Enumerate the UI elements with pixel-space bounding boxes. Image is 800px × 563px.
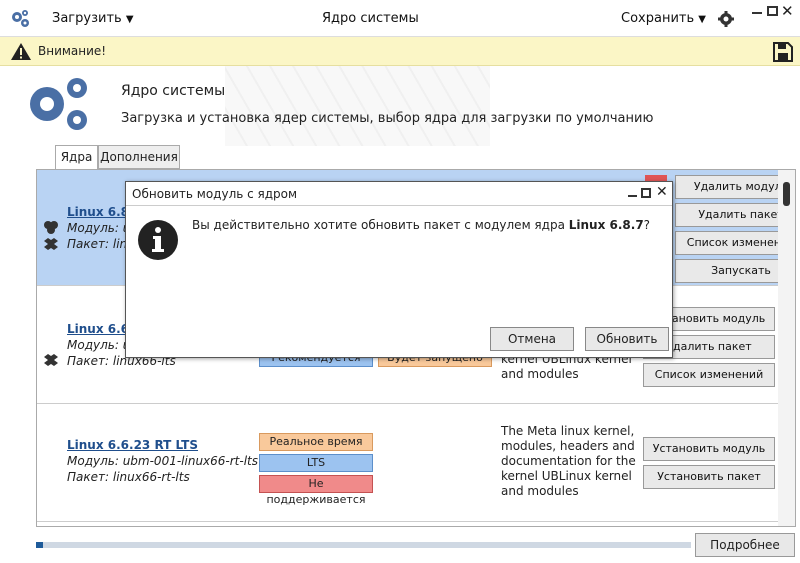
info-icon — [138, 220, 178, 260]
title-bar: Загрузить ▼ Ядро системы Сохранить ▼ ✕ — [0, 0, 800, 37]
gear-icon[interactable] — [718, 11, 734, 27]
kernel-name-link[interactable]: Linux 6.6. — [67, 322, 134, 336]
lts-badge: LTS — [259, 454, 373, 472]
update-button[interactable]: Обновить — [585, 327, 669, 351]
load-menu[interactable]: Загрузить ▼ — [52, 11, 134, 26]
dialog-message: Вы действительно хотите обновить пакет с… — [192, 218, 651, 232]
header-pattern — [225, 66, 490, 146]
package-name: Пакет: linux66-rt-lts — [67, 470, 190, 484]
window-title: Ядро системы — [322, 11, 419, 26]
module-icon — [44, 221, 58, 234]
module-name: Модуль: u — [67, 338, 131, 352]
install-package-button[interactable]: Установить пакет — [643, 465, 775, 489]
maximize-button[interactable] — [641, 188, 651, 198]
close-button[interactable]: ✕ — [656, 184, 668, 200]
chevron-down-icon: ▼ — [125, 14, 134, 25]
header-title: Ядро системы — [121, 83, 226, 99]
tab-kernels[interactable]: Ядра — [55, 145, 98, 170]
dialog-title-bar: Обновить модуль с ядром ✕ — [126, 182, 672, 206]
module-name: Модуль: ubm-001-linux66-rt-lts — [67, 454, 259, 468]
install-module-button[interactable]: Установить модуль — [643, 437, 775, 461]
realtime-badge: Реальное время — [259, 433, 373, 451]
update-dialog: Обновить модуль с ядром ✕ Вы действитель… — [125, 181, 673, 358]
cancel-button[interactable]: Отмена — [490, 327, 574, 351]
tab-addons[interactable]: Дополнения — [98, 145, 180, 169]
kernel-name-link[interactable]: Linux 6.6.23 RT LTS — [67, 438, 198, 452]
save-icon[interactable] — [772, 41, 794, 63]
package-icon — [44, 354, 58, 366]
app-gears-icon — [12, 10, 29, 27]
kernel-name-link[interactable]: Linux 6.8. — [67, 205, 134, 219]
more-button[interactable]: Подробнее — [695, 533, 795, 557]
warning-icon — [11, 43, 31, 60]
save-menu-label: Сохранить — [621, 11, 695, 26]
kernel-description: The Meta linux kernel, modules, headers … — [501, 424, 636, 498]
maximize-button[interactable] — [767, 6, 778, 16]
package-icon — [44, 238, 58, 250]
minimize-button[interactable] — [628, 195, 637, 197]
warning-bar: Внимание! — [0, 37, 800, 66]
chevron-down-icon: ▼ — [698, 14, 706, 25]
save-menu[interactable]: Сохранить ▼ — [621, 11, 706, 26]
changelog-button[interactable]: Список изменений — [643, 363, 775, 387]
minimize-button[interactable] — [752, 12, 762, 14]
header-subtitle: Загрузка и установка ядер системы, выбор… — [121, 111, 654, 126]
dialog-title: Обновить модуль с ядром — [132, 187, 298, 201]
list-item[interactable]: Linux 6.6.23 RT LTS Модуль: ubm-001-linu… — [37, 406, 779, 522]
list-scrollbar[interactable] — [778, 170, 795, 526]
close-button[interactable]: ✕ — [781, 2, 794, 20]
unsupported-badge: Не поддерживается — [259, 475, 373, 506]
module-name: Модуль: u — [67, 221, 131, 235]
warning-text: Внимание! — [38, 44, 107, 58]
progress-fill — [36, 542, 43, 548]
load-menu-label: Загрузить — [52, 11, 122, 26]
progress-bar — [36, 542, 691, 548]
scrollbar-thumb[interactable] — [783, 182, 790, 206]
kernel-gears-icon — [30, 78, 87, 130]
